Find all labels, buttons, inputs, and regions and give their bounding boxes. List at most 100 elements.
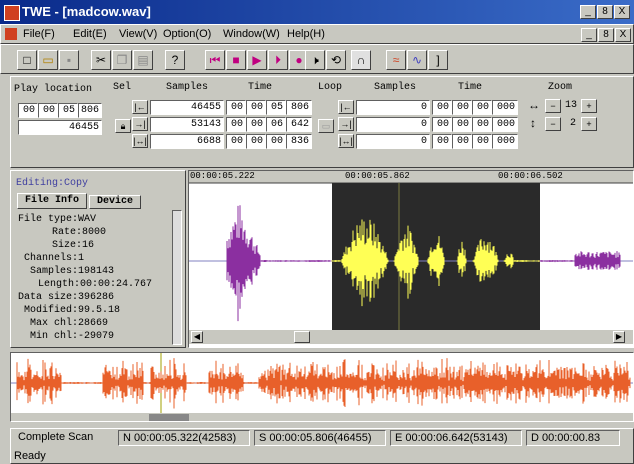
sel-samples-0[interactable]: 46455 xyxy=(150,100,224,115)
play-icon[interactable]: ▶ xyxy=(247,50,267,70)
open-icon[interactable]: ▭ xyxy=(38,50,58,70)
loop-time-2-3[interactable]: 000 xyxy=(492,134,518,149)
overview-thumb xyxy=(149,414,189,421)
sel-length-icon[interactable]: |↔| xyxy=(132,134,148,148)
sel-time-0-3[interactable]: 806 xyxy=(286,100,312,115)
wave-icon[interactable]: ≈ xyxy=(386,50,406,70)
stop-icon[interactable]: ■ xyxy=(226,50,246,70)
loop-time-1-2[interactable]: 00 xyxy=(472,117,492,132)
loop-time-0-0[interactable]: 00 xyxy=(432,100,452,115)
sel-time-1-1[interactable]: 00 xyxy=(246,117,266,132)
loop-time-1-1[interactable]: 00 xyxy=(452,117,472,132)
loop-time-0-2[interactable]: 00 xyxy=(472,100,492,115)
menu-edit[interactable]: Edit(E) xyxy=(73,28,107,40)
loop-time-2-1[interactable]: 00 xyxy=(452,134,472,149)
menu-bar: File(F) Edit(E) View(V) Option(O) Window… xyxy=(0,24,634,44)
status-n: N 00:00:05.322(42583) xyxy=(118,430,250,446)
menu-view[interactable]: View(V) xyxy=(119,28,157,40)
copy-icon[interactable]: ❐ xyxy=(112,50,132,70)
step-icon[interactable]: ⏵ xyxy=(268,50,288,70)
editing-status: Editing:Copy xyxy=(16,178,89,189)
loop-end-icon[interactable]: →| xyxy=(338,117,354,131)
minimize-button[interactable]: _ xyxy=(580,5,596,19)
menu-option[interactable]: Option(O) xyxy=(163,28,211,40)
tab-file-info[interactable]: File Info xyxy=(17,193,87,209)
tab-device[interactable]: Device xyxy=(89,195,141,209)
sel-samples-1[interactable]: 53143 xyxy=(150,117,224,132)
save-icon[interactable]: ▪ xyxy=(59,50,79,70)
doc-close-button[interactable]: X xyxy=(615,28,631,42)
menu-help[interactable]: Help(H) xyxy=(287,28,325,40)
info-scroll[interactable] xyxy=(172,210,182,345)
zoom-label: Zoom xyxy=(548,82,573,93)
play-min[interactable]: 00 xyxy=(38,103,58,118)
sel-start-icon[interactable]: |← xyxy=(132,100,148,114)
marker-icon[interactable]: ] xyxy=(428,50,448,70)
zoom-in-v-icon[interactable]: + xyxy=(581,117,597,131)
play-hour[interactable]: 00 xyxy=(18,103,38,118)
headphone-icon[interactable]: ∩ xyxy=(351,50,371,70)
wave-scroll-thumb[interactable] xyxy=(294,331,310,343)
sel-time-2-2[interactable]: 00 xyxy=(266,134,286,149)
sel-time-0-2[interactable]: 05 xyxy=(266,100,286,115)
overview-wave[interactable] xyxy=(10,352,634,422)
loop-length-icon[interactable]: |↔| xyxy=(338,134,354,148)
loop-time-2-0[interactable]: 00 xyxy=(432,134,452,149)
loop-time-0-3[interactable]: 000 xyxy=(492,100,518,115)
close-button[interactable]: X xyxy=(614,5,630,19)
zoom-out-h-icon[interactable]: − xyxy=(545,99,561,113)
loop-icon[interactable]: ⟲ xyxy=(326,50,346,70)
loop-time-header: Time xyxy=(458,82,483,93)
loop-time-2-2[interactable]: 00 xyxy=(472,134,492,149)
loop-samples-2[interactable]: 0 xyxy=(356,134,430,149)
doc-maximize-button[interactable]: 8 xyxy=(598,28,614,42)
ruler-tick-3: 00:00:06.502 xyxy=(498,171,563,181)
horizontal-zoom-value: 13 xyxy=(565,100,578,111)
toolbar: □ ▭ ▪ ✂ ❐ ▤ ? ⏮ ■ ▶ ⏵ ● 🕨 ⟲ ∩ ≈ ∿ ] xyxy=(0,44,634,74)
sel-time-2-1[interactable]: 00 xyxy=(246,134,266,149)
loop-samples-0[interactable]: 0 xyxy=(356,100,430,115)
status-ready: Ready xyxy=(14,450,46,462)
loop-samples-1[interactable]: 0 xyxy=(356,117,430,132)
sel-samples-2[interactable]: 6688 xyxy=(150,134,224,149)
menu-file[interactable]: File(F) xyxy=(23,28,55,40)
loop-time-0-1[interactable]: 00 xyxy=(452,100,472,115)
loop-time-1-3[interactable]: 000 xyxy=(492,117,518,132)
sel-time-2-3[interactable]: 836 xyxy=(286,134,312,149)
sel-time-1-3[interactable]: 642 xyxy=(286,117,312,132)
sel-time-2-0[interactable]: 00 xyxy=(226,134,246,149)
sel-lock-icon[interactable]: 🔒︎ xyxy=(115,119,131,133)
waveform-view[interactable]: ◀ ▶ xyxy=(188,170,634,348)
zoom-in-h-icon[interactable]: + xyxy=(581,99,597,113)
app-icon xyxy=(4,5,20,21)
sel-time-0-0[interactable]: 00 xyxy=(226,100,246,115)
help-icon[interactable]: ? xyxy=(165,50,185,70)
sel-time-1-2[interactable]: 06 xyxy=(266,117,286,132)
loop-lock-icon[interactable]: ▭ xyxy=(318,119,334,133)
paste-icon[interactable]: ▤ xyxy=(133,50,153,70)
play-sec[interactable]: 05 xyxy=(58,103,78,118)
cut-icon[interactable]: ✂ xyxy=(91,50,111,70)
rewind-icon[interactable]: ⏮ xyxy=(205,50,225,70)
info-line-6: Data size:396286 xyxy=(18,292,115,303)
play-samples[interactable]: 46455 xyxy=(18,120,102,135)
edit-wave-icon[interactable]: ∿ xyxy=(407,50,427,70)
wave-scroll-right[interactable]: ▶ xyxy=(613,331,625,343)
maximize-button[interactable]: 8 xyxy=(597,5,613,19)
mute-icon[interactable]: 🕨 xyxy=(305,50,325,70)
info-line-4: Samples:198143 xyxy=(30,266,115,277)
wave-scroll-left[interactable]: ◀ xyxy=(191,331,203,343)
sel-end-icon[interactable]: →| xyxy=(132,117,148,131)
play-ms[interactable]: 806 xyxy=(78,103,102,118)
sel-time-1-0[interactable]: 00 xyxy=(226,117,246,132)
doc-minimize-button[interactable]: _ xyxy=(581,28,597,42)
loop-start-icon[interactable]: |← xyxy=(338,100,354,114)
loop-samples-header: Samples xyxy=(374,82,417,93)
doc-icon xyxy=(5,28,17,40)
menu-window[interactable]: Window(W) xyxy=(223,28,280,40)
loop-time-1-0[interactable]: 00 xyxy=(432,117,452,132)
new-icon[interactable]: □ xyxy=(17,50,37,70)
info-line-0: File type:WAV xyxy=(18,214,97,225)
zoom-out-v-icon[interactable]: − xyxy=(545,117,561,131)
sel-time-0-1[interactable]: 00 xyxy=(246,100,266,115)
